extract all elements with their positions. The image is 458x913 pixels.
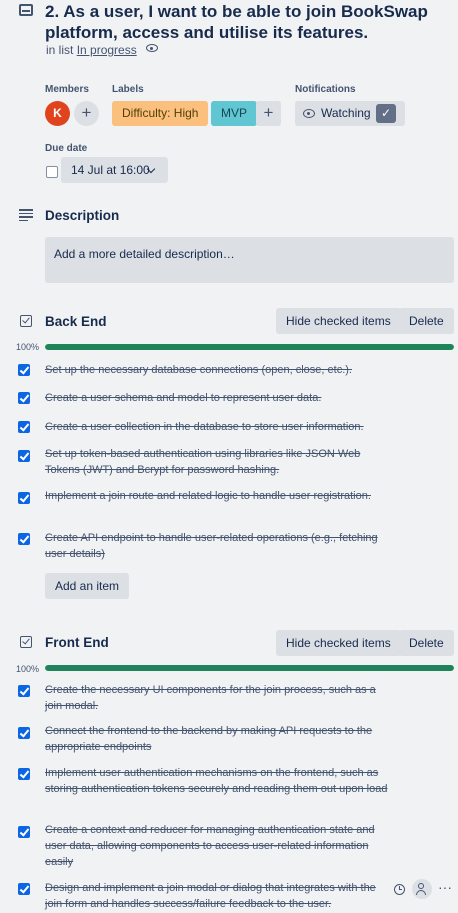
item-checkbox[interactable] (18, 883, 30, 895)
in-list-prefix: in list (46, 43, 74, 57)
checklist-item[interactable]: Set up the necessary database connection… (45, 362, 390, 378)
item-checkbox[interactable] (18, 826, 30, 838)
item-checkbox[interactable] (18, 364, 30, 376)
add-item-button[interactable]: Add an item (45, 573, 130, 599)
add-member-button[interactable]: + (74, 101, 99, 126)
checklist-title[interactable]: Back End (45, 314, 107, 329)
eye-icon (303, 109, 315, 118)
list-link[interactable]: In progress (77, 43, 137, 57)
avatar[interactable]: K (45, 101, 70, 126)
checklist-item[interactable]: Create API endpoint to handle user-relat… (45, 530, 390, 562)
list-breadcrumb: in list In progress (46, 43, 137, 57)
item-checkbox[interactable] (18, 492, 30, 504)
watch-button[interactable]: Watching ✓ (295, 101, 405, 126)
hide-checked-items-button[interactable]: Hide checked items (276, 308, 401, 334)
hide-checked-items-button[interactable]: Hide checked items (276, 630, 401, 656)
description-icon (19, 209, 33, 222)
item-checkbox[interactable] (18, 727, 30, 739)
labels-label: Labels (112, 84, 144, 95)
item-checkbox[interactable] (18, 450, 30, 462)
assign-member-icon[interactable] (412, 879, 432, 899)
due-complete-checkbox[interactable] (46, 166, 58, 178)
progress-fill (45, 344, 454, 350)
item-checkbox[interactable] (18, 685, 30, 697)
checklist-item[interactable]: Implement a join route and related logic… (45, 488, 390, 504)
members-label: Members (45, 84, 89, 95)
label-mvp[interactable]: MVP (211, 101, 258, 126)
checklist-item[interactable]: Design and implement a join modal or dia… (45, 880, 390, 912)
checklist-item[interactable]: Create the necessary UI components for t… (45, 682, 390, 714)
due-date-button[interactable]: 14 Jul at 16:00 (61, 157, 168, 183)
label-difficulty-high[interactable]: Difficulty: High (112, 101, 209, 126)
item-checkbox[interactable] (18, 392, 30, 404)
card-title[interactable]: 2. As a user, I want to be able to join … (45, 1, 458, 43)
checklist-item[interactable]: Create a user schema and model to repres… (45, 390, 390, 406)
item-checkbox[interactable] (18, 533, 30, 545)
checklist-progress-text: 100% (16, 664, 40, 674)
checklist-item[interactable]: Implement user authentication mechanisms… (45, 765, 390, 797)
clock-icon[interactable] (394, 884, 405, 895)
checklist-progress-bar (45, 344, 454, 350)
checklist-title[interactable]: Front End (45, 635, 109, 650)
checklist-item[interactable]: Create a user collection in the database… (45, 419, 390, 435)
item-checkbox[interactable] (18, 421, 30, 433)
eye-icon (146, 44, 158, 52)
checklist-progress-text: 100% (16, 342, 40, 352)
checklist-item[interactable]: Create a context and reducer for managin… (45, 822, 390, 870)
checklist-icon (20, 636, 32, 648)
checklist-item[interactable]: Set up token-based authentication using … (45, 446, 390, 478)
due-date-label: Due date (45, 143, 88, 154)
add-label-button[interactable]: + (256, 101, 281, 126)
checklist-item[interactable]: Connect the frontend to the backend by m… (45, 723, 390, 755)
description-input[interactable]: Add a more detailed description… (45, 237, 454, 283)
more-icon[interactable]: ··· (438, 879, 452, 895)
progress-fill (45, 665, 454, 671)
card-icon (19, 4, 33, 16)
checklist-icon (20, 315, 32, 327)
due-date-value: 14 Jul at 16:00 (71, 163, 150, 177)
delete-checklist-button[interactable]: Delete (399, 630, 454, 656)
watch-label: Watching (321, 106, 371, 120)
watching-check-icon: ✓ (376, 104, 396, 123)
item-checkbox[interactable] (18, 768, 30, 780)
checklist-progress-bar (45, 665, 454, 671)
description-title: Description (45, 208, 120, 223)
notifications-label: Notifications (295, 84, 356, 95)
delete-checklist-button[interactable]: Delete (399, 308, 454, 334)
